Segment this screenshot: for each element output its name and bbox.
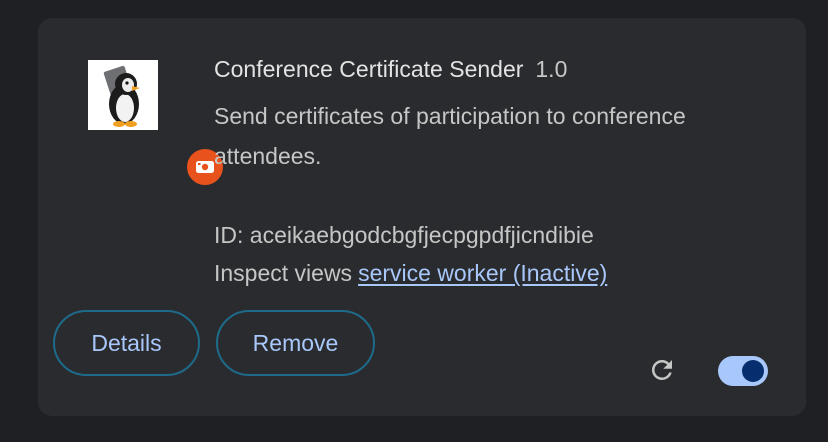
- reload-icon[interactable]: [646, 354, 678, 386]
- extension-id: ID: aceikaebgodcbgfjecpgpdfjicndibie: [214, 222, 594, 248]
- details-button[interactable]: Details: [53, 310, 200, 376]
- remove-button[interactable]: Remove: [216, 310, 375, 376]
- toggle-knob: [742, 360, 764, 382]
- penguin-icon: [88, 60, 158, 130]
- extension-description: Send certificates of participation to co…: [214, 103, 686, 169]
- extension-name: Conference Certificate Sender: [214, 56, 524, 82]
- inspect-views-row: Inspect views service worker (Inactive): [214, 260, 607, 287]
- enable-extension-toggle[interactable]: [718, 356, 768, 386]
- service-worker-link[interactable]: service worker (Inactive): [358, 260, 607, 286]
- extension-title-row: Conference Certificate Sender 1.0: [214, 56, 567, 83]
- inspect-views-label: Inspect views: [214, 260, 353, 286]
- extension-icon-group: [88, 60, 226, 188]
- extension-card: Conference Certificate Sender 1.0 Send ce…: [38, 18, 806, 416]
- extension-version: 1.0: [535, 56, 568, 82]
